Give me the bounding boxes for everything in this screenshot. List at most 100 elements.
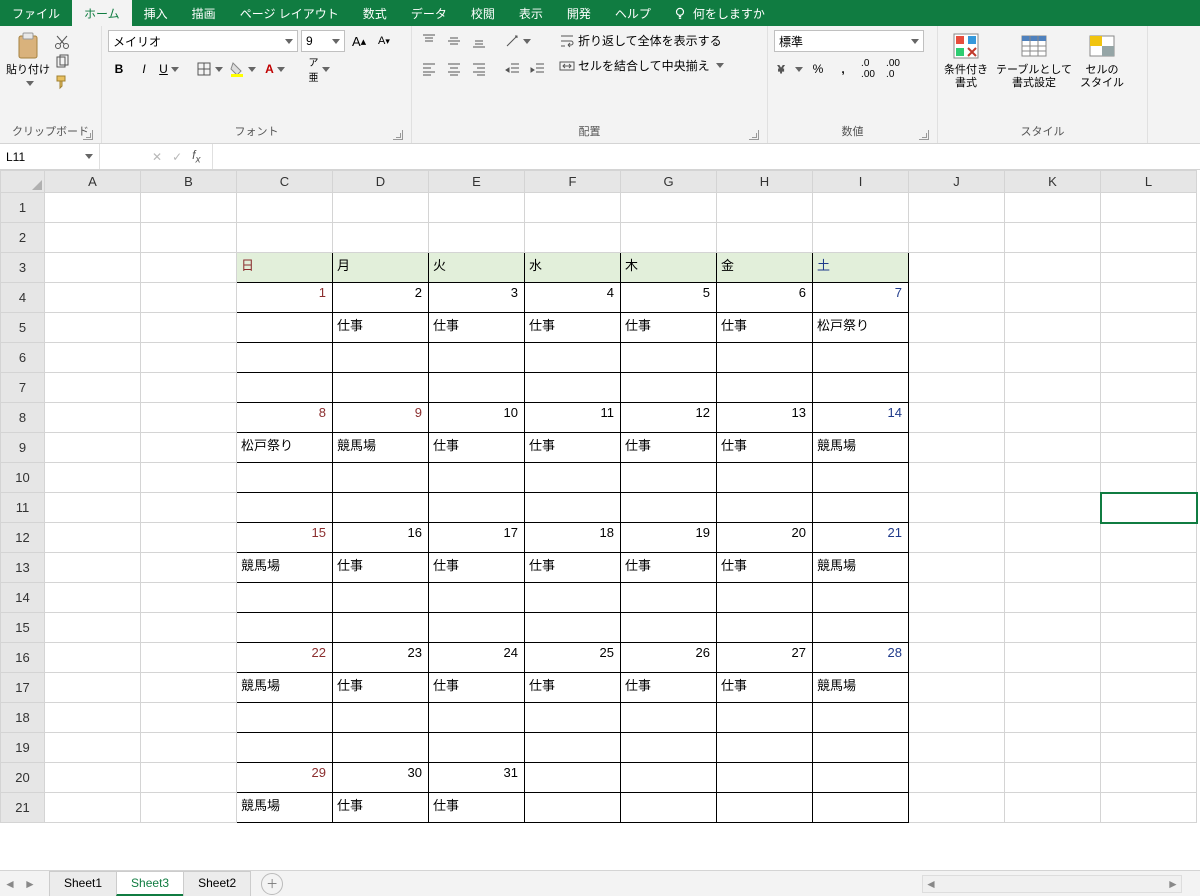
- cell[interactable]: [813, 493, 909, 523]
- cell[interactable]: [525, 373, 621, 403]
- cell[interactable]: [237, 703, 333, 733]
- row-header[interactable]: 7: [1, 373, 45, 403]
- cell[interactable]: [141, 493, 237, 523]
- column-header[interactable]: K: [1005, 171, 1101, 193]
- row-header[interactable]: 11: [1, 493, 45, 523]
- cell[interactable]: 仕事: [429, 553, 525, 583]
- percent-icon[interactable]: %: [807, 58, 829, 80]
- cell[interactable]: [1005, 493, 1101, 523]
- cell[interactable]: [909, 433, 1005, 463]
- column-header[interactable]: E: [429, 171, 525, 193]
- cell[interactable]: 仕事: [333, 313, 429, 343]
- cell[interactable]: [237, 373, 333, 403]
- dialog-launcher-icon[interactable]: [749, 130, 759, 140]
- cell[interactable]: [45, 463, 141, 493]
- cell[interactable]: [141, 703, 237, 733]
- cell[interactable]: 26: [621, 643, 717, 673]
- sheet-tab[interactable]: Sheet3: [116, 871, 184, 896]
- cell[interactable]: 仕事: [429, 433, 525, 463]
- column-header[interactable]: I: [813, 171, 909, 193]
- cell[interactable]: [717, 763, 813, 793]
- cell[interactable]: [141, 403, 237, 433]
- cell[interactable]: [1005, 523, 1101, 553]
- cell[interactable]: 仕事: [717, 553, 813, 583]
- cell[interactable]: [1005, 313, 1101, 343]
- cell[interactable]: [333, 193, 429, 223]
- cell[interactable]: [909, 463, 1005, 493]
- cell[interactable]: [45, 793, 141, 823]
- row-header[interactable]: 12: [1, 523, 45, 553]
- cell[interactable]: [1101, 463, 1197, 493]
- cell[interactable]: 競馬場: [813, 433, 909, 463]
- cell[interactable]: [1101, 643, 1197, 673]
- dialog-launcher-icon[interactable]: [919, 130, 929, 140]
- cell[interactable]: [525, 733, 621, 763]
- column-header[interactable]: G: [621, 171, 717, 193]
- cell[interactable]: [909, 223, 1005, 253]
- cell[interactable]: [1101, 343, 1197, 373]
- cell[interactable]: [1101, 523, 1197, 553]
- row-header[interactable]: 17: [1, 673, 45, 703]
- cell[interactable]: 22: [237, 643, 333, 673]
- format-painter-icon[interactable]: [54, 74, 70, 90]
- column-header[interactable]: H: [717, 171, 813, 193]
- cell[interactable]: [1101, 403, 1197, 433]
- cell[interactable]: [1101, 613, 1197, 643]
- cell[interactable]: [621, 463, 717, 493]
- cell[interactable]: [429, 583, 525, 613]
- cell[interactable]: [429, 193, 525, 223]
- cell[interactable]: [1005, 463, 1101, 493]
- cell[interactable]: [621, 613, 717, 643]
- cell[interactable]: 競馬場: [237, 673, 333, 703]
- align-middle-icon[interactable]: [443, 30, 465, 52]
- cell[interactable]: 9: [333, 403, 429, 433]
- menu-tab-ホーム[interactable]: ホーム: [72, 0, 132, 26]
- cell[interactable]: 競馬場: [813, 673, 909, 703]
- cell[interactable]: [141, 223, 237, 253]
- font-color-button[interactable]: A: [260, 58, 290, 80]
- cell[interactable]: 仕事: [621, 553, 717, 583]
- cell[interactable]: [1101, 493, 1197, 523]
- font-size-combo[interactable]: 9: [301, 30, 345, 52]
- row-header[interactable]: 2: [1, 223, 45, 253]
- cell[interactable]: [429, 613, 525, 643]
- cell[interactable]: [909, 313, 1005, 343]
- cell[interactable]: 28: [813, 643, 909, 673]
- cell[interactable]: [45, 643, 141, 673]
- cell[interactable]: [237, 313, 333, 343]
- cell[interactable]: [1101, 733, 1197, 763]
- cell[interactable]: [45, 223, 141, 253]
- cell[interactable]: [813, 763, 909, 793]
- align-right-icon[interactable]: [468, 58, 490, 80]
- cell[interactable]: 16: [333, 523, 429, 553]
- row-header[interactable]: 19: [1, 733, 45, 763]
- cell[interactable]: [717, 583, 813, 613]
- cell[interactable]: [1101, 553, 1197, 583]
- cell[interactable]: [1005, 673, 1101, 703]
- cell[interactable]: [1101, 703, 1197, 733]
- cell-styles-button[interactable]: セルの スタイル: [1080, 30, 1124, 90]
- cell[interactable]: 木: [621, 253, 717, 283]
- cell[interactable]: 23: [333, 643, 429, 673]
- cell[interactable]: [141, 373, 237, 403]
- column-header[interactable]: F: [525, 171, 621, 193]
- cell[interactable]: [45, 763, 141, 793]
- cell[interactable]: [141, 733, 237, 763]
- menu-tab-数式[interactable]: 数式: [351, 0, 399, 26]
- cell[interactable]: [45, 253, 141, 283]
- cell[interactable]: [813, 223, 909, 253]
- cell[interactable]: [813, 583, 909, 613]
- cell[interactable]: [429, 463, 525, 493]
- column-header[interactable]: A: [45, 171, 141, 193]
- cell[interactable]: 24: [429, 643, 525, 673]
- cell[interactable]: [1005, 433, 1101, 463]
- column-header[interactable]: L: [1101, 171, 1197, 193]
- cell[interactable]: 土: [813, 253, 909, 283]
- cell[interactable]: 仕事: [525, 553, 621, 583]
- cell[interactable]: [813, 703, 909, 733]
- underline-button[interactable]: U: [158, 58, 180, 80]
- cell[interactable]: [333, 733, 429, 763]
- cell[interactable]: [429, 343, 525, 373]
- row-header[interactable]: 6: [1, 343, 45, 373]
- cell[interactable]: 30: [333, 763, 429, 793]
